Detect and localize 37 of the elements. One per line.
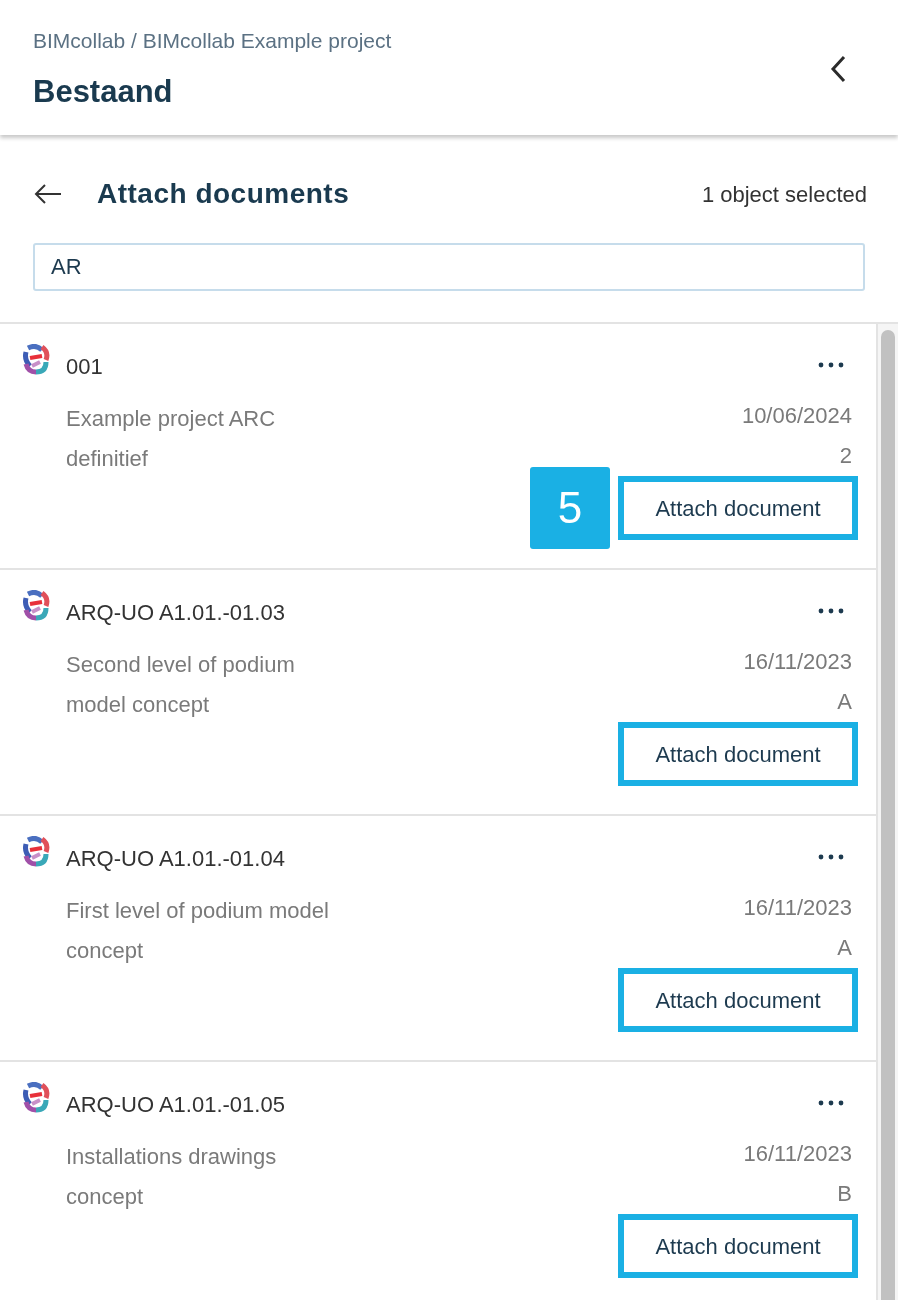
more-options-icon[interactable] <box>818 1100 844 1106</box>
search-field[interactable]: AR <box>33 243 865 291</box>
document-version: 2 <box>839 442 852 470</box>
document-name: 001 <box>66 353 103 381</box>
model-icon <box>22 344 50 376</box>
attach-document-button[interactable]: Attach document <box>618 722 858 786</box>
model-icon <box>22 590 50 622</box>
document-version: A <box>837 688 852 716</box>
chevron-left-icon[interactable] <box>830 55 846 83</box>
model-icon <box>22 836 50 868</box>
document-description: Installations drawings concept <box>66 1143 278 1211</box>
more-options-icon[interactable] <box>818 608 844 614</box>
document-name: ARQ-UO A1.01.-01.05 <box>66 1091 285 1119</box>
attach-document-button[interactable]: Attach document <box>618 968 858 1032</box>
step-badge: 5 <box>530 467 610 549</box>
document-date: 16/11/2023 <box>743 648 852 676</box>
panel-title: Attach documents <box>97 177 350 211</box>
document-name: ARQ-UO A1.01.-01.04 <box>66 845 285 873</box>
document-date: 16/11/2023 <box>743 1140 852 1168</box>
attach-document-button[interactable]: Attach document <box>618 476 858 540</box>
selection-count: 1 object selected <box>701 180 867 209</box>
scrollbar[interactable] <box>878 324 898 1300</box>
more-options-icon[interactable] <box>818 854 844 860</box>
document-date: 10/06/2024 <box>741 402 852 430</box>
document-description: First level of podium model concept <box>66 897 330 965</box>
breadcrumb[interactable]: BIMcollab / BIMcollab Example project <box>33 25 392 57</box>
document-description: Example project ARC definitief <box>66 405 277 473</box>
model-icon <box>22 1082 50 1114</box>
document-version: A <box>837 934 852 962</box>
attach-document-button[interactable]: Attach document <box>618 1214 858 1278</box>
more-options-icon[interactable] <box>818 362 844 368</box>
document-version: B <box>837 1180 852 1208</box>
document-name: ARQ-UO A1.01.-01.03 <box>66 599 285 627</box>
page-title: Bestaand <box>33 72 174 111</box>
document-date: 16/11/2023 <box>743 894 852 922</box>
document-description: Second level of podium model concept <box>66 651 296 719</box>
back-arrow-icon[interactable] <box>34 184 62 204</box>
